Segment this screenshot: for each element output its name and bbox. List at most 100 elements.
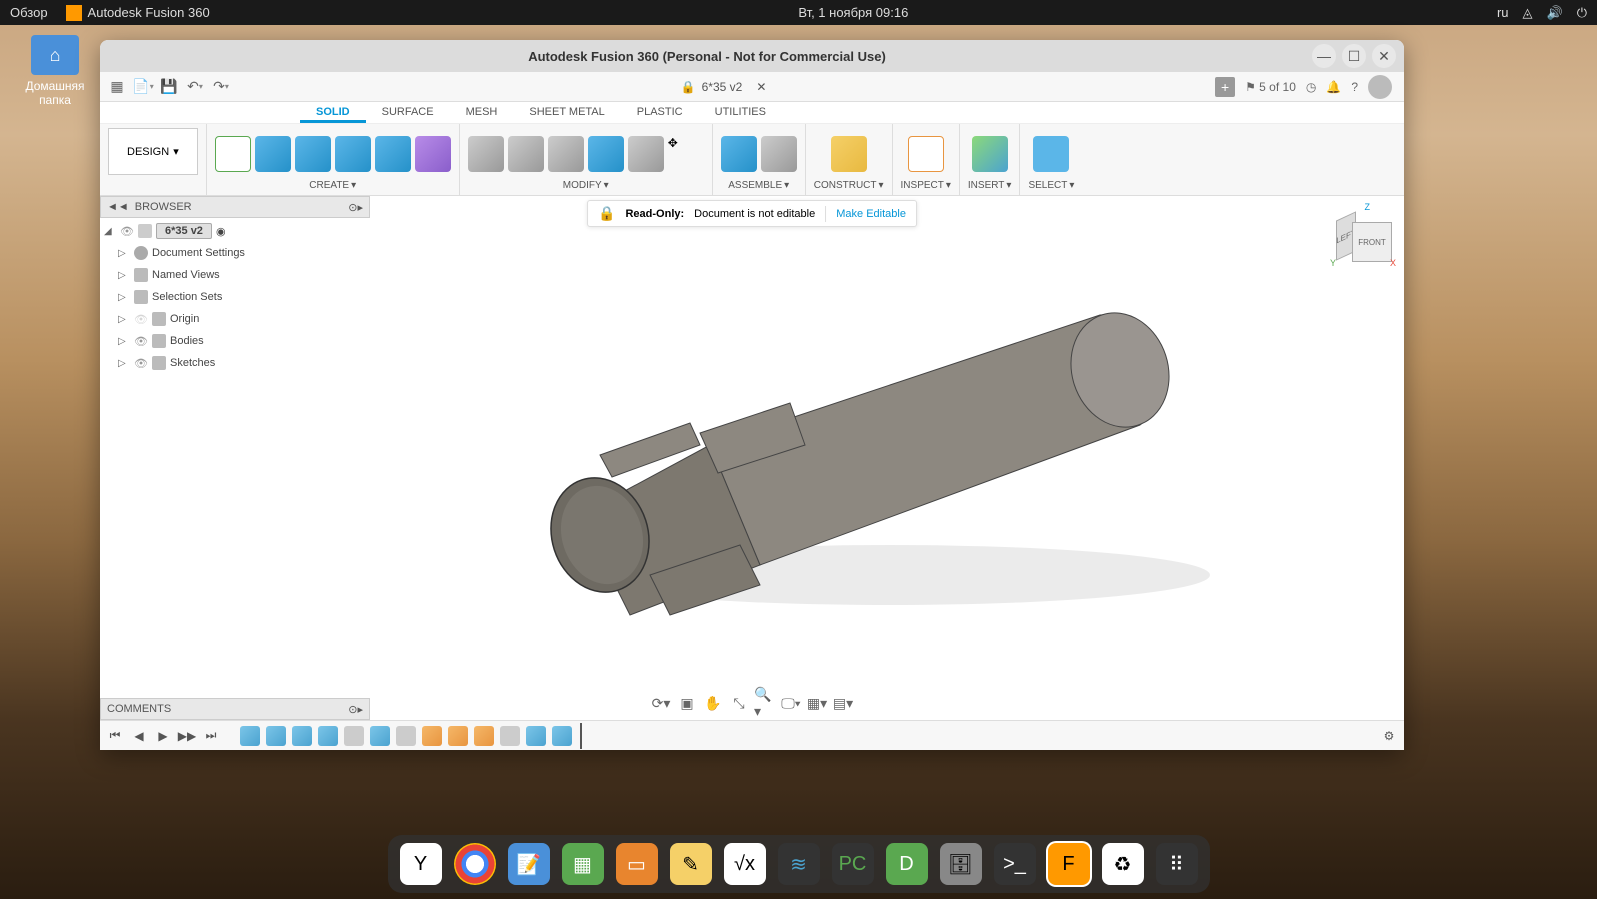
comments-expand-icon[interactable]: ▸ (357, 703, 363, 716)
save-button[interactable]: 💾 (158, 76, 180, 98)
form-button[interactable] (415, 136, 451, 172)
extrude-button[interactable] (255, 136, 291, 172)
look-at-icon[interactable]: ▣ (676, 692, 698, 714)
home-folder-icon[interactable]: ⌂ Домашняя папка (15, 35, 95, 107)
tab-solid[interactable]: SOLID (300, 102, 366, 123)
browser-options-icon[interactable]: ⊙ (348, 201, 357, 214)
sketch-button[interactable] (215, 136, 251, 172)
tree-item-bodies[interactable]: ▷ 👁 Bodies (104, 330, 366, 352)
taskbar-app[interactable]: Autodesk Fusion 360 (66, 5, 210, 21)
display-settings-icon[interactable]: 🖵▾ (780, 692, 802, 714)
tab-utilities[interactable]: UTILITIES (699, 102, 782, 123)
visibility-icon[interactable]: 👁 (120, 225, 134, 238)
tree-item-named-views[interactable]: ▷ Named Views (104, 264, 366, 286)
dock-pycharm[interactable]: PC (832, 843, 874, 885)
dock-vscode[interactable]: ≋ (778, 843, 820, 885)
loft-button[interactable] (375, 136, 411, 172)
minimize-button[interactable]: — (1312, 44, 1336, 68)
orbit-icon[interactable]: ⟳▾ (650, 692, 672, 714)
document-tab[interactable]: 🔒 6*35 v2 ✕ (236, 80, 1211, 94)
tree-item-doc-settings[interactable]: ▷ Document Settings (104, 242, 366, 264)
recovery-indicator[interactable]: ⚑ 5 of 10 (1245, 80, 1296, 94)
viewcube-front[interactable]: FRONT (1352, 222, 1392, 262)
keyboard-layout[interactable]: ru (1497, 5, 1509, 20)
timeline-feature[interactable] (396, 726, 416, 746)
dock-calc[interactable]: ▦ (562, 843, 604, 885)
grid-settings-icon[interactable]: ▦▾ (806, 692, 828, 714)
timeline-end-button[interactable]: ⏭ (202, 727, 220, 745)
construct-plane-button[interactable] (831, 136, 867, 172)
modify-group-label[interactable]: MODIFY ▾ (563, 180, 609, 191)
clock[interactable]: Вт, 1 ноября 09:16 (210, 5, 1497, 20)
redo-button[interactable]: ↷▾ (210, 76, 232, 98)
dock-trash[interactable]: ♻ (1102, 843, 1144, 885)
tab-plastic[interactable]: PLASTIC (621, 102, 699, 123)
dock-apps[interactable]: ⠿ (1156, 843, 1198, 885)
measure-button[interactable] (908, 136, 944, 172)
workspace-switcher[interactable]: DESIGN▾ (108, 128, 198, 175)
fillet-button[interactable] (508, 136, 544, 172)
dock-fusion[interactable]: F (1048, 843, 1090, 885)
timeline-start-button[interactable]: ⏮ (106, 727, 124, 745)
timeline-forward-button[interactable]: ▶▶ (178, 727, 196, 745)
tree-item-origin[interactable]: ▷ 👁 Origin (104, 308, 366, 330)
timeline-settings-icon[interactable]: ⚙ (1380, 727, 1398, 745)
zoom-icon[interactable]: ⤡ (728, 692, 750, 714)
comments-panel[interactable]: COMMENTS ⊙ ▸ (100, 698, 370, 720)
tab-mesh[interactable]: MESH (450, 102, 514, 123)
comments-options-icon[interactable]: ⊙ (348, 703, 357, 716)
timeline-play-button[interactable]: ▶ (154, 727, 172, 745)
view-cube[interactable]: LEFT FRONT Z X Y (1334, 206, 1394, 266)
maximize-button[interactable]: ☐ (1342, 44, 1366, 68)
expand-icon[interactable]: ▷ (118, 336, 130, 347)
timeline-marker[interactable] (580, 723, 582, 749)
select-button[interactable] (1033, 136, 1069, 172)
job-status-icon[interactable]: ◷ (1306, 80, 1316, 94)
as-built-joint-button[interactable] (761, 136, 797, 172)
timeline-feature[interactable] (266, 726, 286, 746)
expand-icon[interactable]: ▷ (118, 292, 130, 303)
joint-button[interactable] (721, 136, 757, 172)
expand-icon[interactable]: ▷ (118, 358, 130, 369)
construct-group-label[interactable]: CONSTRUCT ▾ (814, 180, 884, 191)
timeline-back-button[interactable]: ◀ (130, 727, 148, 745)
assemble-group-label[interactable]: ASSEMBLE ▾ (728, 180, 789, 191)
power-icon[interactable]: ⏻ (1577, 5, 1587, 21)
insert-button[interactable] (972, 136, 1008, 172)
close-tab-icon[interactable]: ✕ (756, 80, 766, 94)
network-icon[interactable]: ◬ (1523, 5, 1533, 21)
timeline-feature[interactable] (370, 726, 390, 746)
dock-impress[interactable]: ▭ (616, 843, 658, 885)
timeline-feature[interactable] (500, 726, 520, 746)
user-avatar[interactable] (1368, 75, 1392, 99)
new-tab-button[interactable]: + (1215, 77, 1235, 97)
timeline-feature[interactable] (474, 726, 494, 746)
press-pull-button[interactable] (468, 136, 504, 172)
tab-sheet-metal[interactable]: SHEET METAL (513, 102, 620, 123)
shell-button[interactable] (548, 136, 584, 172)
dock-yandex[interactable]: Y (400, 843, 442, 885)
sweep-button[interactable] (335, 136, 371, 172)
dock-draw[interactable]: ✎ (670, 843, 712, 885)
notifications-icon[interactable]: 🔔 (1326, 80, 1341, 94)
browser-header[interactable]: ◄◄ BROWSER ⊙ ▸ (100, 196, 370, 218)
visibility-icon[interactable]: 👁 (134, 357, 148, 370)
tree-item-sketches[interactable]: ▷ 👁 Sketches (104, 352, 366, 374)
inspect-group-label[interactable]: INSPECT ▾ (901, 180, 951, 191)
undo-button[interactable]: ↶▾ (184, 76, 206, 98)
dock-database[interactable]: 🗄 (940, 843, 982, 885)
timeline-feature[interactable] (526, 726, 546, 746)
timeline-feature[interactable] (240, 726, 260, 746)
timeline-feature[interactable] (552, 726, 572, 746)
timeline-feature[interactable] (422, 726, 442, 746)
make-editable-link[interactable]: Make Editable (836, 208, 906, 220)
expand-icon[interactable]: ▷ (118, 270, 130, 281)
revolve-button[interactable] (295, 136, 331, 172)
timeline-feature[interactable] (448, 726, 468, 746)
viewport-settings-icon[interactable]: ▤▾ (832, 692, 854, 714)
pan-icon[interactable]: ✋ (702, 692, 724, 714)
tab-surface[interactable]: SURFACE (366, 102, 450, 123)
dock-terminal[interactable]: >_ (994, 843, 1036, 885)
timeline-feature[interactable] (344, 726, 364, 746)
fit-icon[interactable]: 🔍▾ (754, 692, 776, 714)
